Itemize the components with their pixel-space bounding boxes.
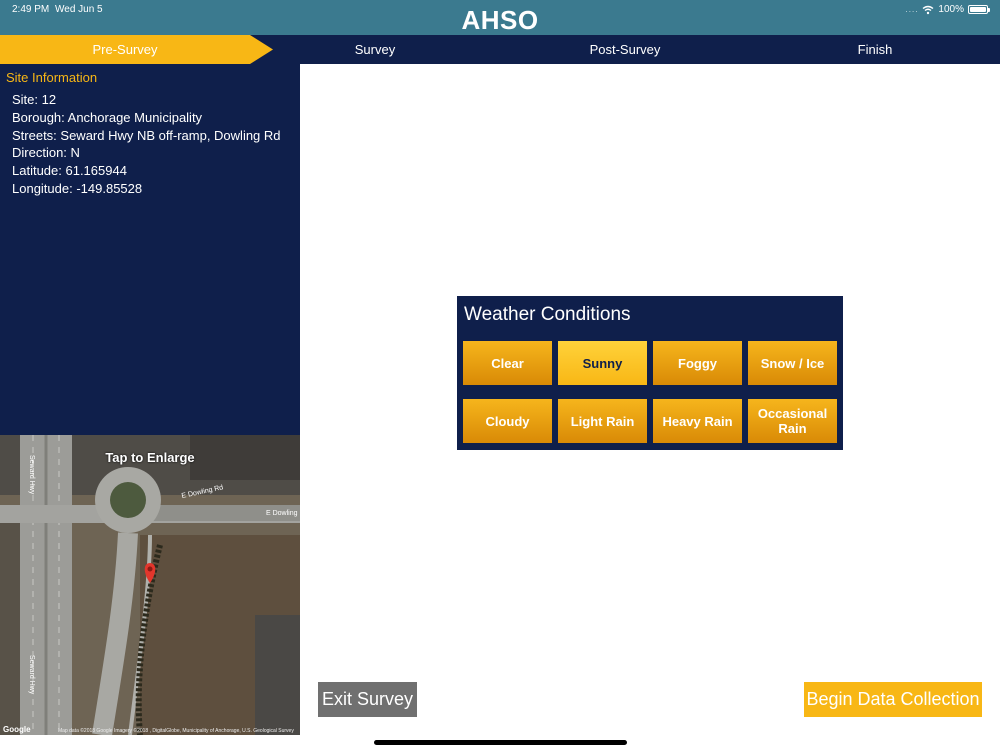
home-indicator	[374, 740, 627, 745]
site-latitude: Latitude: 61.165944	[12, 163, 127, 179]
weather-occasional-rain-button[interactable]: Occasional Rain	[748, 399, 837, 443]
app-title: AHSO	[461, 5, 539, 35]
begin-data-collection-button[interactable]: Begin Data Collection	[804, 682, 982, 717]
site-number: Site: 12	[12, 92, 57, 107]
map-attribution: Map data ©2018 Google Imagery ©2018 , Di…	[58, 728, 294, 734]
weather-title: Weather Conditions	[464, 304, 631, 325]
weather-conditions-panel: Weather Conditions Clear Sunny Foggy Sno…	[457, 296, 843, 450]
tab-finish[interactable]: Finish	[750, 35, 1000, 64]
road-label-dowling-east: E Dowling Rd	[266, 510, 300, 517]
title-bar: 2:49 PM Wed Jun 5 AHSO .... 100%	[0, 0, 1000, 35]
google-logo: Google	[3, 725, 31, 734]
site-borough: Borough: Anchorage Municipality	[12, 109, 203, 125]
weather-heavy-rain-button[interactable]: Heavy Rain	[653, 399, 742, 443]
site-direction: Direction: N	[12, 145, 80, 161]
weather-snow-ice-button[interactable]: Snow / Ice	[748, 341, 837, 385]
tab-post-survey[interactable]: Post-Survey	[500, 35, 750, 64]
site-longitude: Longitude: -149.85528	[12, 180, 143, 196]
wifi-icon	[922, 5, 934, 14]
map-imagery: E Dowling Rd E Dowling Rd Seward Hwy Sew…	[0, 435, 300, 735]
weather-sunny-button[interactable]: Sunny	[558, 341, 647, 385]
site-info-lines: Site: 12 Borough: Anchorage Municipality…	[12, 91, 281, 198]
weather-cloudy-button[interactable]: Cloudy	[463, 399, 552, 443]
site-streets: Streets: Seward Hwy NB off-ramp, Dowling…	[12, 127, 281, 143]
tap-to-enlarge-label: Tap to Enlarge	[105, 450, 195, 465]
tab-survey[interactable]: Survey	[250, 35, 500, 64]
weather-light-rain-button[interactable]: Light Rain	[558, 399, 647, 443]
tab-pre-survey[interactable]: Pre-Survey	[0, 35, 250, 64]
app-root: 2:49 PM Wed Jun 5 AHSO .... 100% Pre-Sur…	[0, 0, 1000, 750]
weather-foggy-button[interactable]: Foggy	[653, 341, 742, 385]
signal-icon: ....	[905, 5, 919, 14]
road-label-seward-south: Seward Hwy	[28, 655, 35, 695]
step-tabs: Pre-Survey Survey Post-Survey Finish	[0, 35, 1000, 64]
site-info-heading: Site Information	[6, 70, 98, 85]
site-map[interactable]: E Dowling Rd E Dowling Rd Seward Hwy Sew…	[0, 435, 300, 735]
weather-clear-button[interactable]: Clear	[463, 341, 552, 385]
site-info-panel: Site Information Site: 12 Borough: Ancho…	[0, 64, 300, 435]
battery-percent: 100%	[938, 4, 964, 15]
battery-icon	[968, 5, 990, 14]
status-indicators: .... 100%	[905, 4, 990, 15]
exit-survey-button[interactable]: Exit Survey	[318, 682, 417, 717]
